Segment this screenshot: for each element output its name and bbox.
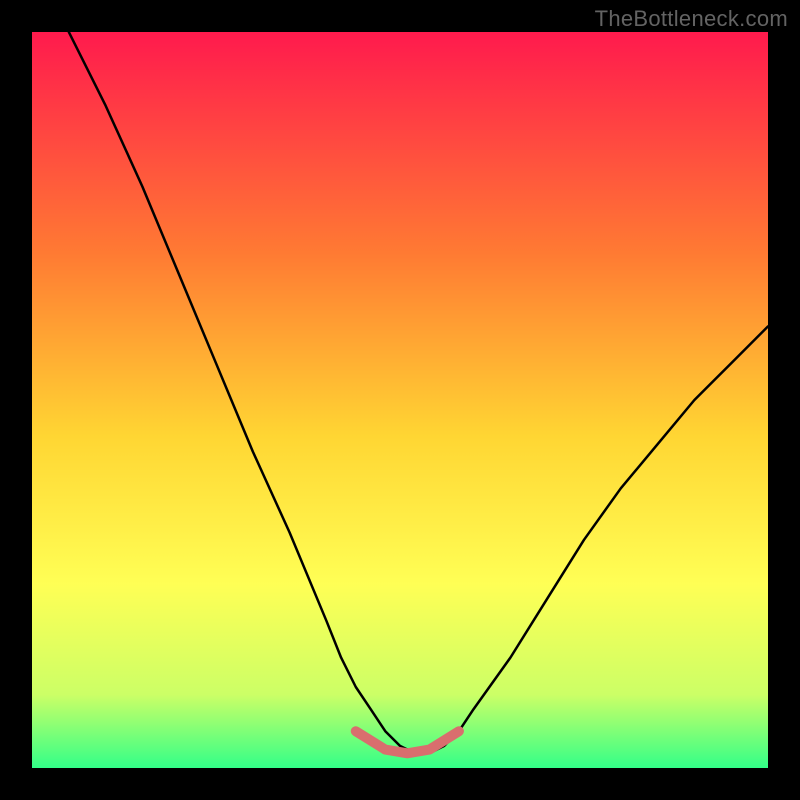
chart-svg — [32, 32, 768, 768]
watermark-text: TheBottleneck.com — [595, 6, 788, 32]
heatmap-background — [32, 32, 768, 768]
plot-area — [32, 32, 768, 768]
chart-frame: TheBottleneck.com — [0, 0, 800, 800]
